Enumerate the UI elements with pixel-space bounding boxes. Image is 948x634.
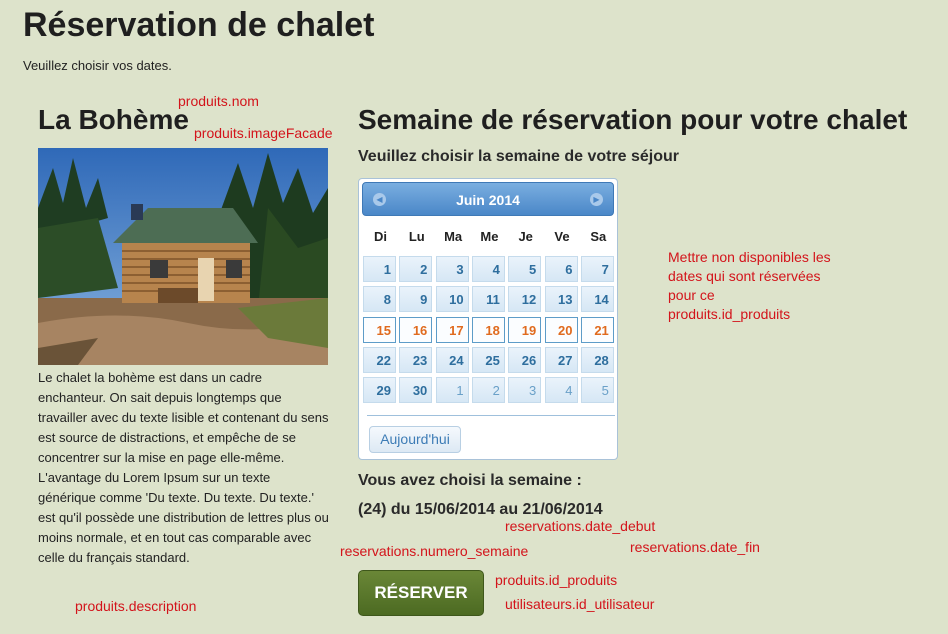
annotation-produits-nom: produits.nom	[178, 93, 259, 109]
calendar-day[interactable]: 3	[435, 256, 469, 282]
calendar-day[interactable]: 20	[544, 316, 578, 343]
calendar-day[interactable]: 13	[544, 286, 578, 313]
calendar-day[interactable]: 2	[399, 256, 433, 282]
booking-subtitle: Veuillez choisir la semaine de votre séj…	[358, 148, 680, 165]
calendar-day[interactable]: 27	[544, 346, 578, 373]
weekday-header: Ve	[554, 229, 570, 244]
annotation-id-utilisateur: utilisateurs.id_utilisateur	[505, 596, 655, 612]
chalet-photo	[38, 148, 328, 365]
calendar-day[interactable]: 6	[544, 256, 578, 282]
calendar-day[interactable]: 28	[580, 346, 614, 373]
weekday-header: Sa	[590, 229, 607, 244]
weekday-header: Me	[480, 229, 499, 244]
datepicker: ◀ Juin 2014 ▶ Di Lu Ma Me Je Ve Sa 1 2 3 4 5 6 7 8 9 10…	[358, 178, 618, 460]
weekday-header: Je	[518, 229, 533, 244]
calendar-day[interactable]: 8	[363, 286, 396, 313]
datepicker-header: ◀ Juin 2014 ▶	[362, 182, 614, 216]
page-subtitle: Veuillez choisir vos dates.	[23, 58, 172, 73]
calendar-day[interactable]: 1	[363, 256, 396, 282]
chosen-week-label: Vous avez choisi la semaine :	[358, 472, 582, 489]
chalet-name: La Bohème	[38, 104, 189, 135]
calendar-day[interactable]: 4	[471, 256, 505, 282]
annotation-numero-semaine: reservations.numero_semaine	[340, 543, 529, 559]
annotation-produits-description: produits.description	[75, 598, 197, 614]
weekday-header: Di	[374, 229, 387, 244]
calendar-day[interactable]: 29	[363, 377, 396, 404]
calendar-day[interactable]: 21	[580, 316, 614, 343]
today-button[interactable]: Aujourd'hui	[369, 426, 461, 453]
chosen-week-value: (24) du 15/06/2014 au 21/06/2014	[358, 501, 603, 518]
calendar-day[interactable]: 14	[580, 286, 614, 313]
calendar-day[interactable]: 4	[544, 377, 578, 404]
calendar-day[interactable]: 9	[399, 286, 433, 313]
page-title: Réservation de chalet	[23, 6, 375, 44]
datepicker-month: Juin 2014	[456, 192, 520, 208]
annotation-id-produits: produits.id_produits	[495, 572, 618, 588]
weekday-header: Ma	[444, 229, 463, 244]
calendar-day[interactable]: 3	[508, 377, 542, 404]
calendar-day[interactable]: 22	[363, 346, 396, 373]
calendar-day[interactable]: 5	[508, 256, 542, 282]
calendar-day[interactable]: 16	[399, 316, 433, 343]
annotation-produits-image: produits.imageFacade	[194, 125, 333, 141]
calendar-day[interactable]: 7	[580, 256, 614, 282]
calendar-day[interactable]: 30	[399, 377, 433, 404]
datepicker-divider	[367, 415, 615, 416]
calendar-day[interactable]: 18	[471, 316, 505, 343]
booking-title: Semaine de réservation pour votre chalet	[358, 104, 908, 135]
calendar-day[interactable]: 5	[580, 377, 614, 404]
calendar-day[interactable]: 11	[471, 286, 505, 313]
weekday-header: Lu	[408, 229, 425, 244]
annotation-availability-note: Mettre non disponibles les dates qui son…	[668, 249, 831, 322]
calendar-day[interactable]: 26	[508, 346, 542, 373]
calendar-day[interactable]: 17	[435, 316, 469, 343]
next-month-icon[interactable]: ▶	[590, 193, 603, 206]
calendar-day[interactable]: 15	[363, 316, 396, 343]
calendar-day[interactable]: 10	[435, 286, 469, 313]
annotation-date-fin: reservations.date_fin	[630, 539, 760, 555]
chalet-description: Le chalet la bohème est dans un cadre en…	[38, 370, 329, 565]
annotation-date-debut: reservations.date_debut	[505, 518, 656, 534]
calendar-day[interactable]: 23	[399, 346, 433, 373]
calendar-day[interactable]: 19	[508, 316, 542, 343]
calendar-day[interactable]: 12	[508, 286, 542, 313]
reserve-button[interactable]: RÉSERVER	[358, 570, 484, 616]
calendar-day[interactable]: 1	[435, 377, 469, 404]
calendar-day[interactable]: 25	[471, 346, 505, 373]
calendar-day[interactable]: 24	[435, 346, 469, 373]
calendar-day[interactable]: 2	[471, 377, 505, 404]
